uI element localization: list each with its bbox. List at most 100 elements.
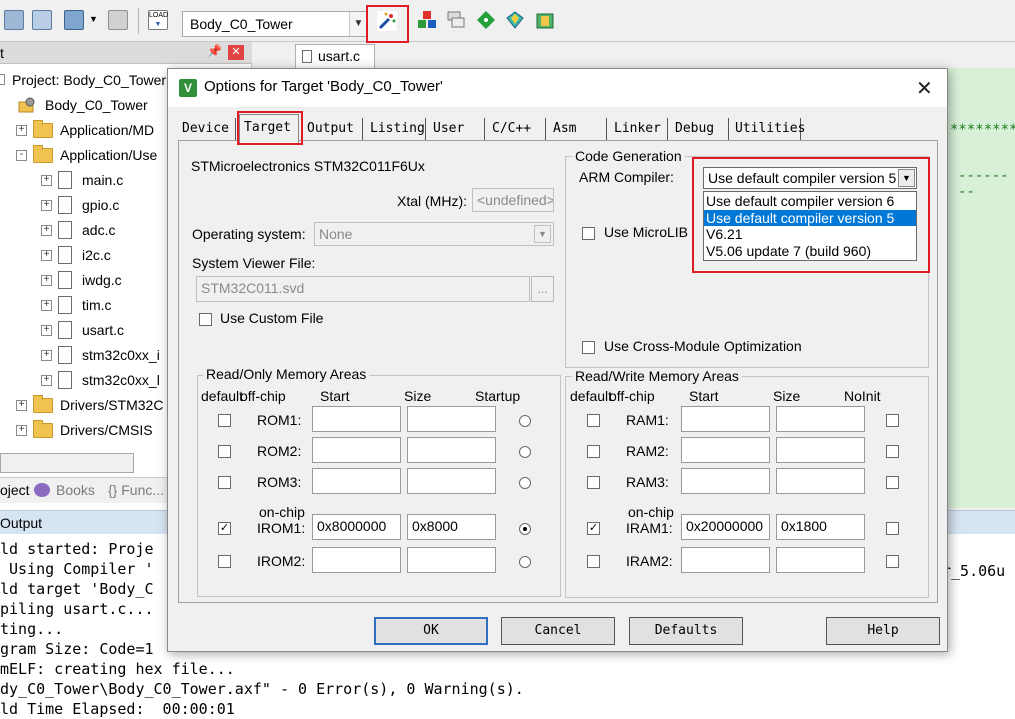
- expand-collapse-icon[interactable]: +: [16, 399, 27, 411]
- tab-asm[interactable]: Asm: [549, 118, 607, 141]
- browse-button[interactable]: ...: [531, 276, 554, 302]
- memory-default-checkbox[interactable]: ✓: [587, 522, 600, 535]
- tree-item[interactable]: + Drivers/CMSIS: [16, 418, 153, 442]
- expand-collapse-icon[interactable]: [0, 74, 5, 85]
- pack-manager-icon[interactable]: [535, 10, 555, 30]
- noinit-checkbox[interactable]: [886, 476, 899, 489]
- memory-start-input[interactable]: [681, 406, 770, 432]
- tab-device[interactable]: Device: [178, 118, 236, 141]
- build-grid-icon[interactable]: [32, 10, 52, 30]
- chevron-down-icon[interactable]: ▼: [534, 225, 551, 243]
- expand-collapse-icon[interactable]: +: [41, 274, 52, 286]
- use-custom-file-checkbox[interactable]: [199, 313, 212, 326]
- tab-linker[interactable]: Linker: [610, 118, 668, 141]
- xtal-input[interactable]: <undefined>: [472, 188, 554, 212]
- tab-user[interactable]: User: [429, 118, 485, 141]
- memory-default-checkbox[interactable]: [218, 445, 231, 458]
- window-stack-icon[interactable]: [446, 10, 466, 30]
- noinit-checkbox[interactable]: [886, 555, 899, 568]
- memory-start-input[interactable]: [312, 406, 401, 432]
- tree-item[interactable]: + iwdg.c: [41, 268, 122, 292]
- tree-item[interactable]: + adc.c: [41, 218, 115, 242]
- download-load-icon[interactable]: LOAD ▼: [148, 10, 168, 30]
- tab-listing[interactable]: Listing: [366, 118, 426, 141]
- memory-size-input[interactable]: 0x1800: [776, 514, 865, 540]
- memory-default-checkbox[interactable]: [218, 476, 231, 489]
- expand-collapse-icon[interactable]: +: [41, 249, 52, 261]
- noinit-checkbox[interactable]: [886, 522, 899, 535]
- help-button[interactable]: Help: [826, 617, 940, 645]
- expand-collapse-icon[interactable]: +: [41, 199, 52, 211]
- memory-size-input[interactable]: [776, 547, 865, 573]
- tab-c-c[interactable]: C/C++: [488, 118, 546, 141]
- close-icon[interactable]: ✕: [916, 76, 933, 101]
- memory-size-input[interactable]: [407, 437, 496, 463]
- tab-functions[interactable]: {} Func...: [108, 482, 164, 498]
- expand-collapse-icon[interactable]: +: [41, 224, 52, 236]
- pin-icon[interactable]: 📌: [207, 44, 222, 58]
- memory-size-input[interactable]: [407, 468, 496, 494]
- expand-collapse-icon[interactable]: +: [41, 349, 52, 361]
- startup-radio[interactable]: [519, 477, 531, 489]
- startup-radio[interactable]: [519, 415, 531, 427]
- tab-project[interactable]: oject: [0, 482, 30, 498]
- tree-item[interactable]: + gpio.c: [41, 193, 119, 217]
- memory-size-input[interactable]: [776, 468, 865, 494]
- memory-start-input[interactable]: 0x8000000: [312, 514, 401, 540]
- target-select[interactable]: Body_C0_Tower ▼: [182, 11, 368, 37]
- batch-build-icon[interactable]: [108, 10, 128, 30]
- compiler-option[interactable]: V6.21: [704, 226, 916, 242]
- tab-usart-c[interactable]: usart.c: [295, 44, 375, 68]
- tree-item[interactable]: + i2c.c: [41, 243, 111, 267]
- startup-radio[interactable]: [519, 446, 531, 458]
- expand-collapse-icon[interactable]: +: [41, 374, 52, 386]
- tree-item[interactable]: + Application/MD: [16, 118, 154, 142]
- memory-default-checkbox[interactable]: [587, 555, 600, 568]
- memory-size-input[interactable]: [776, 437, 865, 463]
- cancel-button[interactable]: Cancel: [501, 617, 615, 645]
- svf-input[interactable]: STM32C011.svd: [196, 276, 530, 302]
- select-software-packs-icon[interactable]: [505, 10, 525, 30]
- tree-item[interactable]: + main.c: [41, 168, 123, 192]
- memory-start-input[interactable]: [312, 437, 401, 463]
- memory-size-input[interactable]: 0x8000: [407, 514, 496, 540]
- horizontal-scrollbar[interactable]: [0, 453, 134, 473]
- cross-module-optimization-checkbox[interactable]: [582, 341, 595, 354]
- memory-size-input[interactable]: [776, 406, 865, 432]
- tree-item[interactable]: + usart.c: [41, 318, 124, 342]
- memory-start-input[interactable]: [681, 547, 770, 573]
- grid-icon[interactable]: [4, 10, 24, 30]
- ok-button[interactable]: OK: [374, 617, 488, 645]
- compiler-option[interactable]: Use default compiler version 5: [704, 209, 916, 226]
- tab-utilities[interactable]: Utilities: [731, 118, 805, 141]
- tree-item[interactable]: - Application/Use: [16, 143, 157, 167]
- startup-radio[interactable]: [519, 556, 531, 568]
- memory-start-input[interactable]: [312, 547, 401, 573]
- tab-books[interactable]: Books: [56, 482, 95, 498]
- memory-default-checkbox[interactable]: [218, 555, 231, 568]
- noinit-checkbox[interactable]: [886, 445, 899, 458]
- manage-components-icon[interactable]: [417, 10, 437, 30]
- tree-item[interactable]: + Drivers/STM32C: [16, 393, 163, 417]
- startup-radio[interactable]: [519, 523, 531, 535]
- tree-item[interactable]: + tim.c: [41, 293, 112, 317]
- stack-icon[interactable]: [64, 10, 84, 30]
- close-icon[interactable]: ✕: [228, 45, 244, 60]
- pack-installer-icon[interactable]: [476, 10, 496, 30]
- chevron-down-icon[interactable]: ▼: [89, 14, 98, 24]
- noinit-checkbox[interactable]: [886, 414, 899, 427]
- expand-collapse-icon[interactable]: +: [16, 124, 27, 136]
- memory-start-input[interactable]: 0x20000000: [681, 514, 770, 540]
- memory-start-input[interactable]: [312, 468, 401, 494]
- tree-item[interactable]: + stm32c0xx_i: [41, 343, 160, 367]
- tab-debug[interactable]: Debug: [671, 118, 729, 141]
- defaults-button[interactable]: Defaults: [629, 617, 743, 645]
- memory-default-checkbox[interactable]: ✓: [218, 522, 231, 535]
- memory-default-checkbox[interactable]: [218, 414, 231, 427]
- tab-output[interactable]: Output: [303, 118, 363, 141]
- expand-collapse-icon[interactable]: +: [41, 324, 52, 336]
- memory-default-checkbox[interactable]: [587, 445, 600, 458]
- expand-collapse-icon[interactable]: +: [41, 299, 52, 311]
- memory-start-input[interactable]: [681, 437, 770, 463]
- compiler-option[interactable]: V5.06 update 7 (build 960): [704, 243, 916, 259]
